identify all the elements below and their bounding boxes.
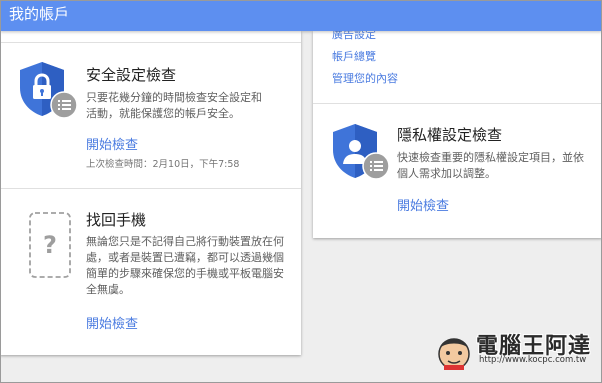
- divider: [313, 103, 602, 104]
- privacy-check-title: 隱私權設定檢查: [397, 126, 503, 144]
- watermark-url: http://www.kocpc.com.tw: [479, 355, 587, 365]
- svg-text:?: ?: [43, 231, 57, 259]
- mascot-logo-icon: [434, 332, 474, 376]
- phone-question-icon: ?: [28, 211, 72, 285]
- security-check-description: 只要花幾分鐘的時間檢查安全設定和活動，就能保護您的帳戶安全。: [86, 91, 262, 120]
- account-overview-link[interactable]: 帳戶總覽: [332, 48, 376, 64]
- last-checked-time: 上次檢查時間：2月10日，下午7:58: [86, 159, 240, 170]
- privacy-check-start-link[interactable]: 開始檢查: [397, 195, 449, 214]
- list-badge-icon: [362, 152, 390, 184]
- manage-content-link[interactable]: 管理您的內容: [332, 70, 398, 86]
- right-card: 廣告設定 帳戶總覽 管理您的內容 隱私權設定檢查 快速檢查重要的隱私權設定項目，…: [313, 28, 602, 238]
- security-check-title: 安全設定檢查: [86, 66, 177, 84]
- find-phone-description: 無論您只是不記得自己將行動裝置放在何處，或者是裝置已遭竊，都可以透過幾個簡單的步…: [86, 235, 284, 296]
- privacy-check-description: 快速檢查重要的隱私權設定項目，並依個人需求加以調整。: [397, 151, 584, 180]
- divider: [0, 42, 301, 43]
- list-badge-icon: [50, 91, 78, 123]
- divider: [0, 188, 301, 189]
- left-card: 安全設定檢查 只要花幾分鐘的時間檢查安全設定和活動，就能保護您的帳戶安全。 開始…: [0, 31, 301, 355]
- app-header: 我的帳戶: [0, 0, 602, 31]
- site-watermark: 電腦王阿達 http://www.kocpc.com.tw: [432, 328, 590, 376]
- security-check-start-link[interactable]: 開始檢查: [86, 134, 138, 153]
- page-title: 我的帳戶: [9, 5, 70, 23]
- find-phone-title: 找回手機: [86, 211, 147, 229]
- find-phone-start-link[interactable]: 開始檢查: [86, 313, 138, 332]
